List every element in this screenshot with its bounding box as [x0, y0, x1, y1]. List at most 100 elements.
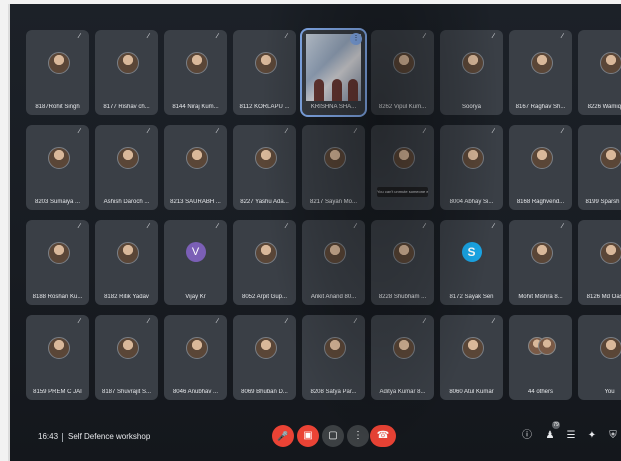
participant-tile[interactable]: ∕8126 Md Oashim	[578, 220, 621, 305]
chat-icon[interactable]: ☰	[565, 430, 577, 442]
participant-tile[interactable]: ∕ Aditya Kumar 8...	[371, 315, 434, 400]
people-icon[interactable]: ♟	[544, 430, 556, 442]
participant-tile[interactable]: ∕ Ashish Daroch ...	[95, 125, 158, 210]
avatar	[599, 52, 621, 75]
participant-tile[interactable]: ∕ 8159 PREM C JAI	[26, 315, 89, 400]
mic-off-icon: ∕	[424, 223, 426, 230]
participant-tile[interactable]: ∕ 8203 Sumaiya ...	[26, 125, 89, 210]
participant-tile[interactable]: ∕ 8177 Rishav ch...	[95, 30, 158, 115]
participant-tile[interactable]: ∕8199 Sparsh Ku...	[578, 125, 621, 210]
participant-name: 8177 Rishav ch...	[103, 104, 150, 110]
participant-tile[interactable]: ∕ 8217 Sayan Mo...	[302, 125, 365, 210]
participant-name: 8226 Wamiq A...	[587, 104, 621, 110]
info-icon[interactable]: ⓘ	[521, 430, 533, 442]
participant-tile[interactable]: ∕ 8052 Arpit Gup...	[233, 220, 296, 305]
participant-name: KRISHNA SHA...	[310, 104, 357, 110]
participant-tile[interactable]: ∕ 8262 Vipul Kum...	[371, 30, 434, 115]
participant-name: 8159 PREM C JAI	[33, 389, 82, 395]
participant-name: 8168 Raghvend...	[516, 199, 565, 205]
tile-options-button[interactable]: ⋮	[350, 33, 362, 45]
participant-tile[interactable]: ∕ 8168 Raghvend...	[509, 125, 572, 210]
participant-tile[interactable]: ∕ 8228 Shubham ...	[371, 220, 434, 305]
camera-button[interactable]: ▣	[297, 425, 319, 447]
participant-tile[interactable]: ∕ 8060 Atul Kumar	[440, 315, 503, 400]
participant-tile[interactable]: ∕You	[578, 315, 621, 400]
mic-off-icon: ∕	[562, 33, 564, 40]
participant-tile[interactable]: V ∕ Vijay Kr	[164, 220, 227, 305]
avatar-letter: V	[185, 242, 206, 263]
mic-off-icon: ∕	[217, 33, 219, 40]
avatar	[323, 242, 346, 265]
participant-tile[interactable]: ∕ 8208 Satya Par...	[302, 315, 365, 400]
mic-off-icon: ∕	[148, 223, 150, 230]
participant-tile[interactable]: ∕ 8004 Abhay Si...	[440, 125, 503, 210]
avatar	[530, 242, 553, 265]
people-count-badge: 79	[552, 421, 560, 429]
participant-name: Aditya Kumar 8...	[379, 389, 426, 395]
avatar	[599, 337, 621, 360]
participant-tile[interactable]: ∕ 8187Rohit Singh	[26, 30, 89, 115]
avatar	[392, 52, 415, 75]
participant-tile[interactable]: ∕ 8187 Shuvrajit S...	[95, 315, 158, 400]
avatar	[599, 242, 621, 265]
participant-tile[interactable]: ∕ Ankit Anand 80...	[302, 220, 365, 305]
participant-tile[interactable]: 44 others	[509, 315, 572, 400]
participant-tile[interactable]: ∕ 8213 SAURABH ...	[164, 125, 227, 210]
avatar	[116, 242, 139, 265]
avatar	[254, 242, 277, 265]
participant-name: 8182 Ritik Yadav	[104, 294, 149, 300]
participant-tile[interactable]: ∕ 8227 Yashu Ada...	[233, 125, 296, 210]
participant-name: 8228 Shubham ...	[378, 294, 427, 300]
mic-off-icon: ∕	[286, 223, 288, 230]
present-button[interactable]: ▢	[322, 425, 344, 447]
mic-off-icon: ∕	[148, 128, 150, 135]
participant-tile[interactable]: ∕ 8167 Raghav Sh...	[509, 30, 572, 115]
mic-off-icon: ∕	[286, 128, 288, 135]
participant-name: 8172 Sayak Sen	[449, 294, 494, 300]
mic-off-icon: ∕	[79, 223, 81, 230]
avatar	[116, 52, 139, 75]
participant-name: 8208 Satya Par...	[310, 389, 357, 395]
mic-off-icon: ∕	[79, 128, 81, 135]
avatar	[185, 337, 208, 360]
participant-tile[interactable]: ∕ You can't unmute someone else	[371, 125, 434, 210]
participant-name: 8126 Md Oashim	[586, 294, 621, 300]
participant-tile[interactable]: ⋮ KRISHNA SHA...	[300, 28, 367, 117]
tooltip: You can't unmute someone else	[377, 187, 428, 197]
mic-off-icon: ∕	[148, 33, 150, 40]
participant-tile[interactable]: ∕ Soorya	[440, 30, 503, 115]
participant-tile[interactable]: ∕ 8144 Niraj Kum...	[164, 30, 227, 115]
bottom-toolbar: 16:43 Self Defence workshop 🎤 ▣ ▢ ⋮ ☎ ⓘ …	[10, 409, 621, 461]
participant-tile[interactable]: ∕ 8188 Roshan Ku...	[26, 220, 89, 305]
host-controls-icon[interactable]: ⛨	[607, 430, 619, 442]
present-icon: ▢	[328, 430, 338, 441]
mic-off-icon: ∕	[424, 128, 426, 135]
avatar	[116, 337, 139, 360]
participant-tile[interactable]: ∕8226 Wamiq A...	[578, 30, 621, 115]
participant-name: 44 others	[527, 389, 554, 395]
participant-tile[interactable]: ∕ Mohit Mishra 8...	[509, 220, 572, 305]
participant-tile[interactable]: S ∕ 8172 Sayak Sen	[440, 220, 503, 305]
more-options-button[interactable]: ⋮	[347, 425, 369, 447]
leave-call-button[interactable]: ☎	[370, 425, 396, 447]
participant-tile[interactable]: ∕ 8046 Anubhav ...	[164, 315, 227, 400]
participant-tile[interactable]: ∕ 8182 Ritik Yadav	[95, 220, 158, 305]
participant-tile[interactable]: ∕ 8112 KORLAPU ...	[233, 30, 296, 115]
participant-name: 8188 Roshan Ku...	[32, 294, 83, 300]
participant-tile[interactable]: ∕ 8069 Bhuban D...	[233, 315, 296, 400]
mic-off-icon: 🎤	[277, 431, 289, 441]
divider	[62, 433, 63, 442]
camera-off-icon: ▣	[303, 430, 313, 441]
meet-window: ∕ 8187Rohit Singh ∕ 8177 Rishav ch... ∕ 8144 …	[8, 4, 621, 461]
participant-name: 8004 Abhay Si...	[449, 199, 494, 205]
more-vert-icon: ⋮	[353, 430, 363, 441]
mic-off-icon: ∕	[217, 318, 219, 325]
participant-name: 8187 Shuvrajit S...	[101, 389, 152, 395]
participant-name: 8052 Arpit Gup...	[241, 294, 288, 300]
participant-name: You	[604, 389, 615, 395]
activities-icon[interactable]: ✦	[586, 430, 598, 442]
mic-button[interactable]: 🎤	[272, 425, 294, 447]
others-avatar-stack	[527, 337, 556, 357]
avatar	[530, 52, 553, 75]
participant-name: Soorya	[461, 104, 481, 110]
